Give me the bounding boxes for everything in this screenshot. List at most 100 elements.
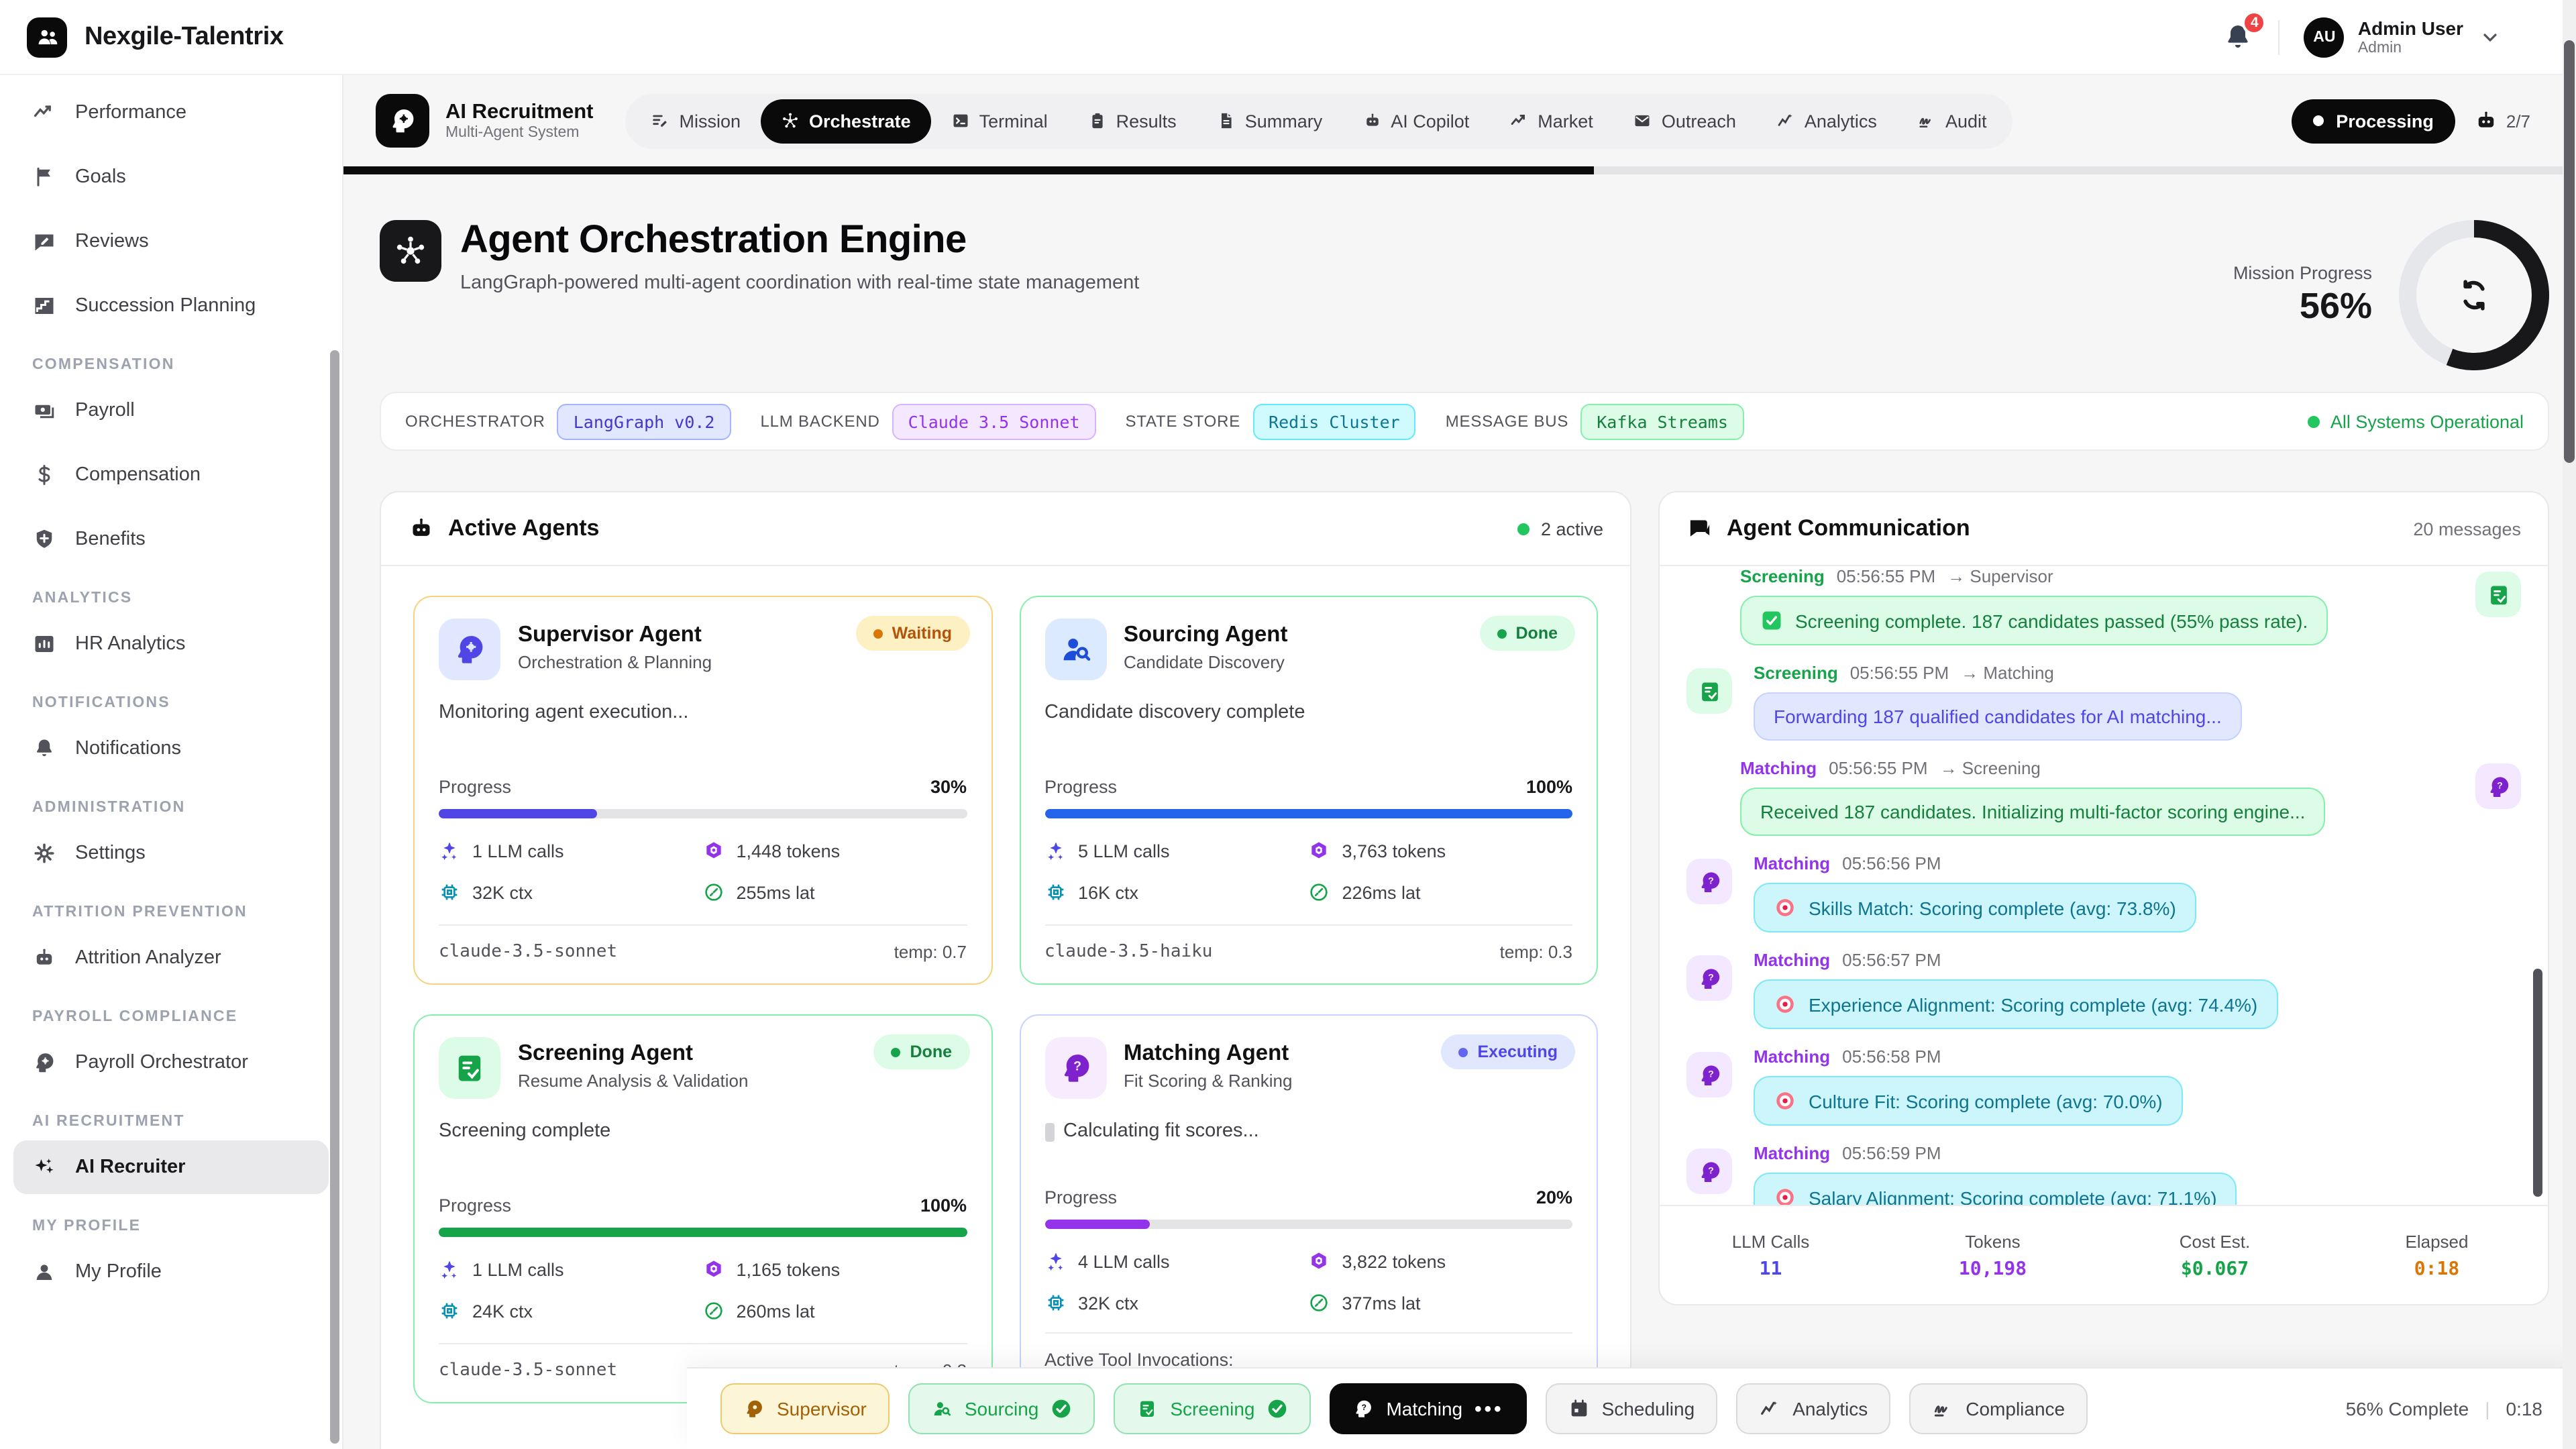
message-list[interactable]: Screening05:56:55 PM→ Supervisor Screeni… <box>1660 566 2548 1205</box>
sidebar-item-ai-recruiter[interactable]: AI Recruiter <box>13 1140 329 1194</box>
trend-icon <box>32 101 56 125</box>
sidebar-item-benefits[interactable]: Benefits <box>13 513 329 566</box>
svg-text:?: ? <box>1707 1068 1713 1079</box>
tab-ai-copilot[interactable]: AI Copilot <box>1342 99 1489 143</box>
mission-progress-label: Mission Progress <box>2233 263 2372 283</box>
agent-status-message: Screening complete <box>439 1120 967 1195</box>
llm-calls-stat: 1 LLM calls <box>439 1258 703 1280</box>
agent-communication-panel: Agent Communication 20 messages Screenin… <box>1658 491 2549 1305</box>
svg-text:?: ? <box>1073 1059 1081 1073</box>
agent-status-message: Candidate discovery complete <box>1044 702 1572 777</box>
tokens-icon <box>1309 840 1330 861</box>
pill-scheduling[interactable]: Scheduling <box>1546 1383 1718 1434</box>
llm-backend-label: LLM BACKEND <box>760 412 879 431</box>
sidebar-item-my-profile[interactable]: My Profile <box>13 1245 329 1299</box>
matching-avatar-icon: ? <box>2475 763 2521 809</box>
progress-bar <box>1044 1220 1572 1229</box>
agent-role: Resume Analysis & Validation <box>518 1071 749 1091</box>
page-scrollbar[interactable] <box>2563 0 2576 1449</box>
systems-status: All Systems Operational <box>2308 411 2524 431</box>
tab-market[interactable]: Market <box>1489 99 1613 143</box>
sidebar-item-goals[interactable]: Goals <box>13 150 329 204</box>
systems-bar: ORCHESTRATOR LangGraph v0.2 LLM BACKEND … <box>380 392 2549 451</box>
sidebar-item-hr-analytics[interactable]: HR Analytics <box>13 617 329 671</box>
sidebar-section-analytics: ANALYTICS <box>32 590 310 606</box>
pill-compliance[interactable]: Compliance <box>1909 1383 2088 1434</box>
notifications-count-badge: 4 <box>2243 10 2267 34</box>
llm-calls-icon <box>439 1258 460 1280</box>
tab-terminal[interactable]: Terminal <box>931 99 1068 143</box>
page-title: Agent Orchestration Engine <box>460 220 1139 263</box>
agent-name: Screening Agent <box>518 1041 749 1067</box>
terminal-icon <box>951 111 970 130</box>
messages-scrollbar-thumb[interactable] <box>2533 969 2542 1197</box>
tokens-stat: 3,822 tokens <box>1309 1250 1573 1272</box>
sidebar-item-compensation[interactable]: Compensation <box>13 448 329 502</box>
person-search-icon <box>931 1398 953 1419</box>
chevron-down-icon[interactable] <box>2479 26 2501 48</box>
llm-backend-badge: Claude 3.5 Sonnet <box>892 403 1096 439</box>
tab-bar: AI Recruitment Multi-Agent System Missio… <box>343 75 2576 166</box>
sidebar-item-settings[interactable]: Settings <box>13 826 329 880</box>
tab-audit[interactable]: Audit <box>1897 99 2007 143</box>
sidebar-section-payroll-compliance: PAYROLL COMPLIANCE <box>32 1009 310 1025</box>
progress-label: Progress <box>1044 777 1117 797</box>
progress-value: 20% <box>1536 1187 1572 1208</box>
progress-value: 100% <box>920 1195 967 1216</box>
latency-stat: 377ms lat <box>1309 1292 1573 1313</box>
user-menu[interactable]: Admin User Admin <box>2358 17 2463 56</box>
notifications-bell-button[interactable]: 4 <box>2222 21 2255 53</box>
svg-text:?: ? <box>1362 1403 1366 1412</box>
pill-analytics[interactable]: Analytics <box>1736 1383 1890 1434</box>
robot-icon <box>1362 111 1381 130</box>
tab-orchestrate[interactable]: Orchestrate <box>761 99 931 143</box>
pill-matching[interactable]: ? Matching ••• <box>1330 1383 1526 1434</box>
chip-icon <box>439 1300 460 1322</box>
signature-icon <box>1932 1398 1953 1419</box>
gauge-icon <box>703 881 724 903</box>
agent-model: claude-3.5-sonnet <box>439 942 617 962</box>
clipboard-icon <box>1088 111 1107 130</box>
pill-screening[interactable]: Screening <box>1114 1383 1311 1434</box>
signature-icon <box>1917 111 1936 130</box>
robot-icon <box>32 946 56 970</box>
sidebar-item-succession-planning[interactable]: Succession Planning <box>13 279 329 333</box>
pill-sourcing[interactable]: Sourcing <box>908 1383 1095 1434</box>
check-badge-icon <box>1760 609 1783 632</box>
status-dot <box>2308 415 2320 427</box>
agent-model: claude-3.5-sonnet <box>439 1360 617 1381</box>
message: ? Matching05:56:55 PM→ Screening Receive… <box>1686 758 2521 836</box>
tab-mission[interactable]: Mission <box>631 99 761 143</box>
topbar-divider <box>2279 19 2280 54</box>
svg-text:?: ? <box>1707 1165 1713 1175</box>
sidebar-scrollbar-thumb[interactable] <box>330 350 339 1444</box>
sidebar-item-payroll-orchestrator[interactable]: Payroll Orchestrator <box>13 1036 329 1089</box>
tokens-icon <box>703 1258 724 1280</box>
sidebar-item-notifications[interactable]: Notifications <box>13 722 329 775</box>
agent-name: Supervisor Agent <box>518 623 712 648</box>
tab-outreach[interactable]: Outreach <box>1613 99 1756 143</box>
tab-summary[interactable]: Summary <box>1197 99 1343 143</box>
progress-label: Progress <box>1044 1187 1117 1208</box>
user-avatar[interactable]: AU <box>2304 17 2345 57</box>
page-subtitle: LangGraph-powered multi-agent coordinati… <box>460 272 1139 294</box>
page-scrollbar-thumb[interactable] <box>2564 40 2575 463</box>
svg-text:?: ? <box>1707 971 1713 982</box>
context-stat: 24K ctx <box>439 1300 703 1322</box>
sidebar-item-reviews[interactable]: Reviews <box>13 215 329 268</box>
sidebar-item-payroll[interactable]: Payroll <box>13 384 329 437</box>
tab-analytics[interactable]: Analytics <box>1756 99 1897 143</box>
bell-icon <box>32 737 56 761</box>
sidebar-item-attrition-analyzer[interactable]: Attrition Analyzer <box>13 931 329 985</box>
screen: Nexgile-Talentrix 4 AU Admin User Admin <box>0 0 2576 1449</box>
screening-avatar-icon <box>2475 572 2521 617</box>
latency-stat: 260ms lat <box>703 1300 967 1322</box>
message: ? Matching05:56:58 PM Culture Fit: Scori… <box>1686 1046 2521 1126</box>
sidebar-item-performance[interactable]: Performance <box>13 86 329 140</box>
tab-results[interactable]: Results <box>1068 99 1197 143</box>
active-dot <box>1518 523 1530 535</box>
message-bubble: Experience Alignment: Scoring complete (… <box>1754 979 2277 1029</box>
pill-supervisor[interactable]: Supervisor <box>720 1383 890 1434</box>
active-agents-panel: Active Agents 2 active <box>380 491 1631 1449</box>
status-badge-done: Done <box>874 1034 970 1069</box>
